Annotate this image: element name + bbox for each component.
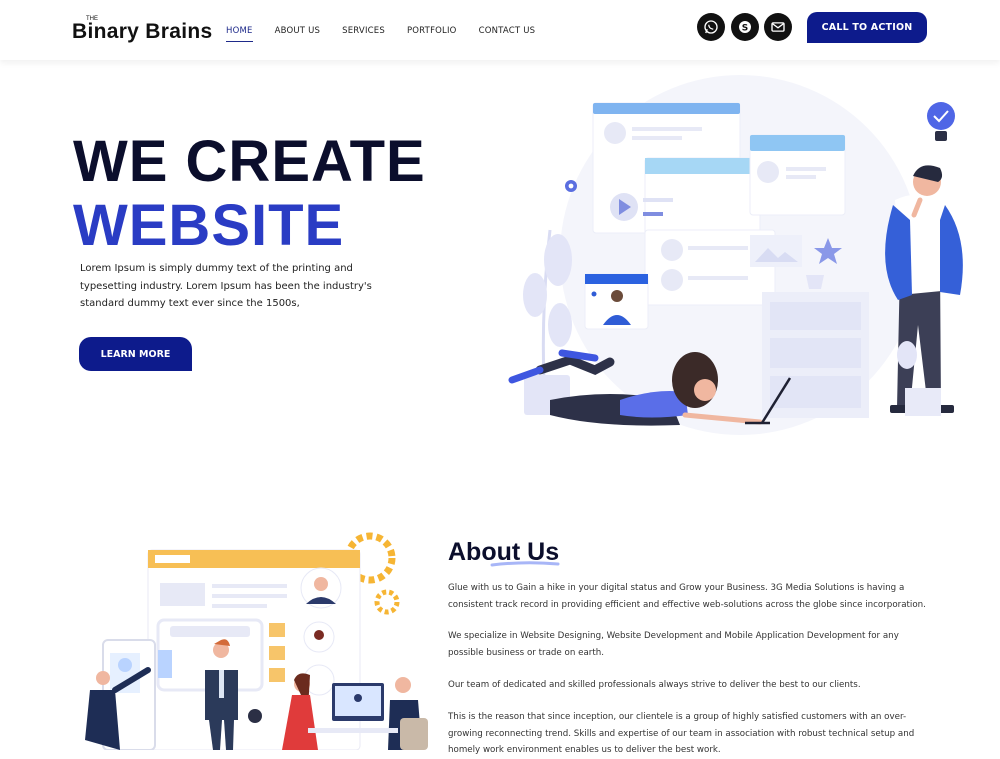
- site-header: THE Binary Brains HOME ABOUT US SERVICES…: [0, 0, 1000, 60]
- learn-more-button[interactable]: LEARN MORE: [79, 337, 192, 371]
- nav-home[interactable]: HOME: [226, 26, 253, 42]
- logo-text: Binary Brains: [72, 20, 213, 43]
- about-paragraph-1: Glue with us to Gain a hike in your digi…: [448, 583, 926, 610]
- about-paragraph-3: Our team of dedicated and skilled profes…: [448, 680, 861, 690]
- nav-services[interactable]: SERVICES: [342, 26, 385, 36]
- nav-portfolio[interactable]: PORTFOLIO: [407, 26, 457, 36]
- logo[interactable]: THE Binary Brains: [72, 12, 212, 48]
- hero-description: Lorem Ipsum is simply dummy text of the …: [80, 263, 372, 309]
- about-underline-decoration: [490, 561, 560, 567]
- nav-contact-us[interactable]: CONTACT US: [479, 26, 536, 36]
- mail-icon[interactable]: [764, 13, 792, 41]
- hero-title-line1: WE CREATE: [73, 129, 426, 194]
- about-paragraph-4: This is the reason that since inception,…: [448, 712, 915, 755]
- about-illustration: [85, 532, 428, 750]
- about-paragraph-2: We specialize in Website Designing, Webs…: [448, 631, 899, 658]
- svg-text:S: S: [742, 23, 748, 33]
- call-to-action-button[interactable]: CALL TO ACTION: [807, 12, 927, 43]
- hero-title-line2: WEBSITE: [73, 193, 345, 258]
- hero-illustration: [508, 75, 963, 435]
- skype-icon[interactable]: S: [731, 13, 759, 41]
- whatsapp-icon[interactable]: [697, 13, 725, 41]
- nav-about-us[interactable]: ABOUT US: [275, 26, 321, 36]
- main-nav: HOME ABOUT US SERVICES PORTFOLIO CONTACT…: [226, 26, 557, 42]
